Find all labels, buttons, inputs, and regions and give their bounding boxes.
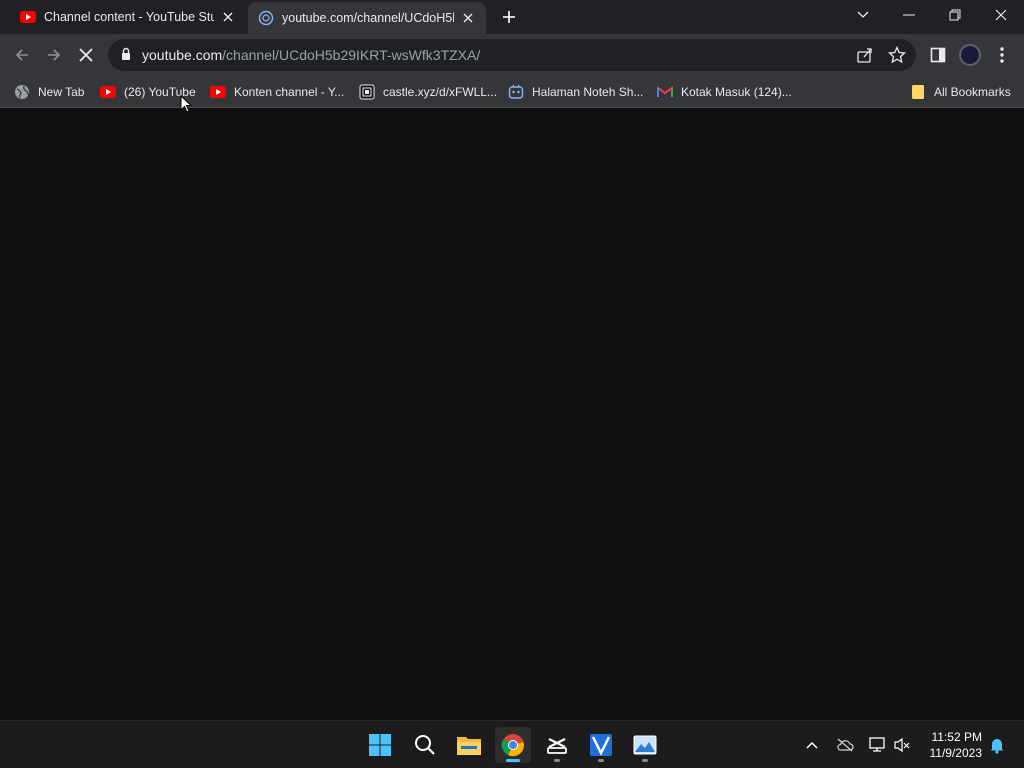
system-clock[interactable]: 11:52 PM 11/9/2023: [922, 729, 983, 761]
search-button[interactable]: [407, 727, 443, 763]
chevron-up-icon: [806, 741, 818, 749]
close-tab-icon[interactable]: [220, 9, 236, 25]
folder-icon: [910, 84, 926, 100]
side-panel-icon: [930, 47, 946, 63]
bookmark-castle[interactable]: castle.xyz/d/xFWLL...: [359, 82, 497, 102]
address-bar[interactable]: youtube.com/channel/UCdoH5b29IKRT-wsWfk3…: [108, 39, 916, 71]
tab-youtube-channel[interactable]: youtube.com/channel/UCdoH5b29IKRT-wsWfk3…: [248, 2, 486, 34]
capcut-button[interactable]: [539, 727, 575, 763]
browser-title-bar: Channel content - YouTube Studio youtube…: [0, 0, 1024, 34]
running-indicator: [642, 759, 648, 762]
notifications-button[interactable]: [985, 733, 1009, 757]
close-icon: [79, 48, 93, 62]
network-tray[interactable]: [865, 733, 889, 757]
tab-title: Channel content - YouTube Studio: [44, 10, 214, 24]
bell-icon: [990, 739, 1004, 754]
profile-button[interactable]: [956, 41, 984, 69]
search-icon: [415, 735, 435, 755]
more-vertical-icon: [1000, 47, 1004, 63]
arrow-left-icon: [15, 49, 28, 61]
windows-taskbar: 11:52 PM 11/9/2023: [0, 720, 1024, 768]
loading-globe-icon: [258, 10, 274, 26]
arrow-right-icon: [48, 49, 61, 61]
tab-title: youtube.com/channel/UCdoH5b29IKRT-wsWfk3…: [282, 11, 454, 25]
onedrive-tray[interactable]: [833, 733, 857, 757]
windows-logo-icon: [369, 734, 391, 756]
volume-tray[interactable]: [890, 733, 914, 757]
file-explorer-button[interactable]: [451, 727, 487, 763]
share-icon[interactable]: [856, 46, 874, 69]
url-text: youtube.com/channel/UCdoH5b29IKRT-wsWfk3…: [142, 47, 481, 63]
browser-toolbar: youtube.com/channel/UCdoH5b29IKRT-wsWfk3…: [0, 34, 1024, 76]
chrome-icon: [501, 734, 524, 757]
star-icon[interactable]: [887, 45, 907, 69]
globe-icon: [14, 84, 30, 100]
avatar: [959, 44, 981, 66]
youtube-icon: [210, 84, 226, 100]
running-indicator: [554, 759, 560, 762]
close-window-button[interactable]: [978, 0, 1024, 30]
tab-search-button[interactable]: [840, 0, 886, 30]
tab-youtube-studio[interactable]: Channel content - YouTube Studio: [8, 0, 246, 34]
clock-time: 11:52 PM: [931, 730, 982, 744]
network-icon: [869, 737, 885, 752]
bookmark-new-tab[interactable]: New Tab: [14, 82, 84, 102]
mouse-cursor-icon: [180, 94, 193, 118]
folder-icon: [457, 737, 481, 755]
castle-icon: [359, 84, 375, 100]
bookmark-halaman-noteh[interactable]: Halaman Noteh Sh...: [508, 82, 643, 102]
bookmark-gmail[interactable]: Kotak Masuk (124)...: [657, 82, 792, 102]
side-panel-button[interactable]: [924, 41, 952, 69]
start-button[interactable]: [362, 727, 398, 763]
youtube-icon: [20, 9, 36, 25]
video-editor-icon: [590, 734, 612, 756]
bookmark-konten-channel[interactable]: Konten channel - Y...: [210, 82, 344, 102]
new-tab-button[interactable]: [498, 6, 520, 28]
volume-muted-icon: [894, 737, 910, 753]
running-indicator: [598, 759, 604, 762]
lock-icon[interactable]: [120, 47, 132, 66]
plus-icon: [503, 11, 515, 23]
cloud-offline-icon: [837, 738, 854, 752]
stop-loading-button[interactable]: [72, 41, 100, 69]
back-button[interactable]: [8, 41, 36, 69]
clock-date: 11/9/2023: [929, 746, 983, 760]
photos-button[interactable]: [627, 727, 663, 763]
photos-icon: [633, 735, 657, 755]
restore-button[interactable]: [932, 0, 978, 30]
show-hidden-icons-button[interactable]: [800, 733, 824, 757]
chrome-button[interactable]: [495, 727, 531, 763]
chevron-down-icon: [857, 11, 869, 18]
bookmarks-bar: New Tab (26) YouTube Konten channel - Y.…: [0, 76, 1024, 108]
minimize-button[interactable]: [886, 0, 932, 30]
menu-button[interactable]: [988, 41, 1016, 69]
video-editor-button[interactable]: [583, 727, 619, 763]
running-indicator: [506, 759, 520, 762]
forward-button[interactable]: [40, 41, 68, 69]
close-tab-icon[interactable]: [460, 10, 476, 26]
all-bookmarks-button[interactable]: All Bookmarks: [910, 82, 1011, 102]
close-icon: [995, 9, 1007, 21]
bot-icon: [508, 84, 524, 100]
youtube-icon: [100, 84, 116, 100]
page-content: [0, 108, 1024, 720]
restore-icon: [949, 9, 961, 21]
capcut-icon: [547, 738, 567, 754]
gmail-icon: [657, 84, 673, 100]
minimize-icon: [903, 14, 915, 16]
